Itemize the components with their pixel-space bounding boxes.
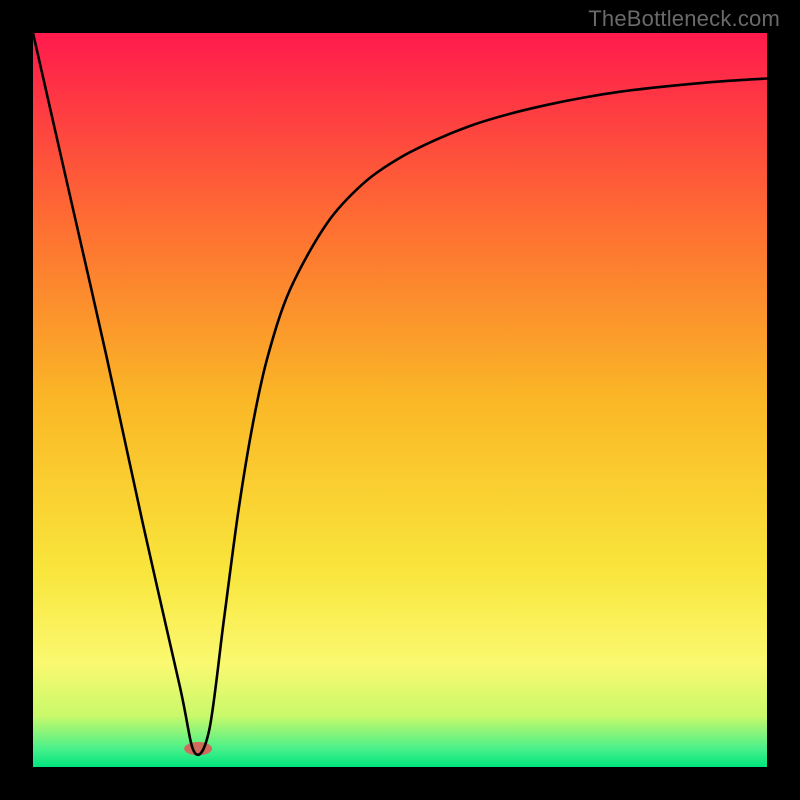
plot-background: [33, 33, 767, 767]
watermark-text: TheBottleneck.com: [588, 6, 780, 32]
plot-area: [33, 33, 767, 767]
notch-marker: [184, 742, 212, 755]
plot-svg: [33, 33, 767, 767]
chart-frame: TheBottleneck.com: [0, 0, 800, 800]
